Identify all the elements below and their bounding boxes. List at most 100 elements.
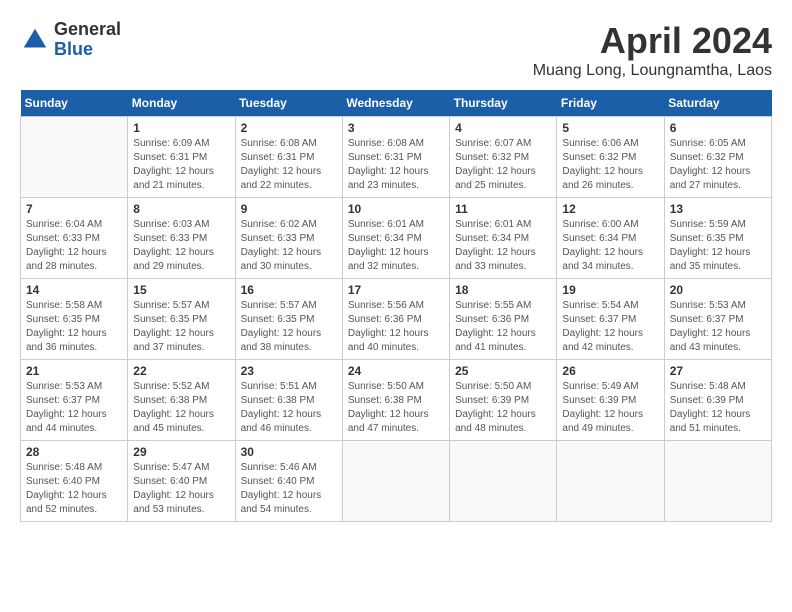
week-row-1: 1 Sunrise: 6:09 AM Sunset: 6:31 PM Daylig… [21,117,772,198]
day-number-20: 20 [670,283,766,297]
day-info-21: Sunrise: 5:53 AM Sunset: 6:37 PM Dayligh… [26,380,122,436]
cell-1-2: 9 Sunrise: 6:02 AM Sunset: 6:33 PM Daylig… [235,198,342,279]
col-saturday: Saturday [664,90,771,117]
header: General Blue April 2024 Muang Long, Loun… [20,20,772,80]
cell-4-3 [342,441,449,522]
cell-2-0: 14 Sunrise: 5:58 AM Sunset: 6:35 PM Dayli… [21,279,128,360]
day-number-3: 3 [348,121,444,135]
day-number-26: 26 [562,364,658,378]
day-number-30: 30 [241,445,337,459]
cell-4-6 [664,441,771,522]
cell-2-3: 17 Sunrise: 5:56 AM Sunset: 6:36 PM Dayli… [342,279,449,360]
day-number-4: 4 [455,121,551,135]
day-number-8: 8 [133,202,229,216]
day-info-18: Sunrise: 5:55 AM Sunset: 6:36 PM Dayligh… [455,299,551,355]
day-number-12: 12 [562,202,658,216]
cell-1-6: 13 Sunrise: 5:59 AM Sunset: 6:35 PM Dayli… [664,198,771,279]
day-number-15: 15 [133,283,229,297]
day-info-27: Sunrise: 5:48 AM Sunset: 6:39 PM Dayligh… [670,380,766,436]
col-sunday: Sunday [21,90,128,117]
cell-4-2: 30 Sunrise: 5:46 AM Sunset: 6:40 PM Dayli… [235,441,342,522]
day-info-6: Sunrise: 6:05 AM Sunset: 6:32 PM Dayligh… [670,137,766,193]
day-number-9: 9 [241,202,337,216]
header-row: Sunday Monday Tuesday Wednesday Thursday… [21,90,772,117]
day-info-11: Sunrise: 6:01 AM Sunset: 6:34 PM Dayligh… [455,218,551,274]
logo: General Blue [20,20,121,60]
day-number-27: 27 [670,364,766,378]
week-row-4: 21 Sunrise: 5:53 AM Sunset: 6:37 PM Dayli… [21,360,772,441]
day-number-14: 14 [26,283,122,297]
logo-blue: Blue [54,40,121,60]
day-number-16: 16 [241,283,337,297]
cell-1-5: 12Sunrise: 6:00 AM Sunset: 6:34 PM Dayli… [557,198,664,279]
day-info-29: Sunrise: 5:47 AM Sunset: 6:40 PM Dayligh… [133,461,229,517]
day-info-20: Sunrise: 5:53 AM Sunset: 6:37 PM Dayligh… [670,299,766,355]
cell-3-3: 24 Sunrise: 5:50 AM Sunset: 6:38 PM Dayli… [342,360,449,441]
cell-4-0: 28 Sunrise: 5:48 AM Sunset: 6:40 PM Dayli… [21,441,128,522]
cell-3-2: 23Sunrise: 5:51 AM Sunset: 6:38 PM Dayli… [235,360,342,441]
cell-3-1: 22 Sunrise: 5:52 AM Sunset: 6:38 PM Dayli… [128,360,235,441]
day-number-21: 21 [26,364,122,378]
day-info-9: Sunrise: 6:02 AM Sunset: 6:33 PM Dayligh… [241,218,337,274]
day-number-19: 19 [562,283,658,297]
day-number-18: 18 [455,283,551,297]
day-info-28: Sunrise: 5:48 AM Sunset: 6:40 PM Dayligh… [26,461,122,517]
day-number-10: 10 [348,202,444,216]
cell-1-3: 10 Sunrise: 6:01 AM Sunset: 6:34 PM Dayli… [342,198,449,279]
calendar-table: Sunday Monday Tuesday Wednesday Thursday… [20,90,772,522]
day-number-7: 7 [26,202,122,216]
day-number-22: 22 [133,364,229,378]
day-number-25: 25 [455,364,551,378]
day-number-11: 11 [455,202,551,216]
week-row-2: 7 Sunrise: 6:04 AM Sunset: 6:33 PM Daylig… [21,198,772,279]
day-number-5: 5 [562,121,658,135]
col-friday: Friday [557,90,664,117]
day-info-1: Sunrise: 6:09 AM Sunset: 6:31 PM Dayligh… [133,137,229,193]
day-number-29: 29 [133,445,229,459]
day-info-4: Sunrise: 6:07 AM Sunset: 6:32 PM Dayligh… [455,137,551,193]
day-info-15: Sunrise: 5:57 AM Sunset: 6:35 PM Dayligh… [133,299,229,355]
day-number-17: 17 [348,283,444,297]
col-wednesday: Wednesday [342,90,449,117]
calendar-title: April 2024 [533,20,772,62]
calendar-subtitle: Muang Long, Loungnamtha, Laos [533,62,772,80]
day-info-17: Sunrise: 5:56 AM Sunset: 6:36 PM Dayligh… [348,299,444,355]
cell-1-4: 11 Sunrise: 6:01 AM Sunset: 6:34 PM Dayli… [450,198,557,279]
title-section: April 2024 Muang Long, Loungnamtha, Laos [533,20,772,80]
col-monday: Monday [128,90,235,117]
day-number-6: 6 [670,121,766,135]
logo-general: General [54,20,121,40]
day-info-14: Sunrise: 5:58 AM Sunset: 6:35 PM Dayligh… [26,299,122,355]
cell-4-4 [450,441,557,522]
cell-3-6: 27 Sunrise: 5:48 AM Sunset: 6:39 PM Dayli… [664,360,771,441]
day-number-28: 28 [26,445,122,459]
cell-4-1: 29 Sunrise: 5:47 AM Sunset: 6:40 PM Dayli… [128,441,235,522]
day-number-13: 13 [670,202,766,216]
col-tuesday: Tuesday [235,90,342,117]
cell-1-0: 7 Sunrise: 6:04 AM Sunset: 6:33 PM Daylig… [21,198,128,279]
cell-3-5: 26 Sunrise: 5:49 AM Sunset: 6:39 PM Dayli… [557,360,664,441]
week-row-5: 28 Sunrise: 5:48 AM Sunset: 6:40 PM Dayli… [21,441,772,522]
day-info-8: Sunrise: 6:03 AM Sunset: 6:33 PM Dayligh… [133,218,229,274]
day-info-25: Sunrise: 5:50 AM Sunset: 6:39 PM Dayligh… [455,380,551,436]
day-info-22: Sunrise: 5:52 AM Sunset: 6:38 PM Dayligh… [133,380,229,436]
day-number-1: 1 [133,121,229,135]
logo-text: General Blue [54,20,121,60]
cell-0-4: 4 Sunrise: 6:07 AM Sunset: 6:32 PM Daylig… [450,117,557,198]
day-info-26: Sunrise: 5:49 AM Sunset: 6:39 PM Dayligh… [562,380,658,436]
day-info-10: Sunrise: 6:01 AM Sunset: 6:34 PM Dayligh… [348,218,444,274]
day-number-23: 23 [241,364,337,378]
cell-2-5: 19Sunrise: 5:54 AM Sunset: 6:37 PM Dayli… [557,279,664,360]
cell-2-1: 15 Sunrise: 5:57 AM Sunset: 6:35 PM Dayli… [128,279,235,360]
cell-3-0: 21 Sunrise: 5:53 AM Sunset: 6:37 PM Dayli… [21,360,128,441]
cell-2-2: 16Sunrise: 5:57 AM Sunset: 6:35 PM Dayli… [235,279,342,360]
cell-3-4: 25 Sunrise: 5:50 AM Sunset: 6:39 PM Dayli… [450,360,557,441]
day-info-7: Sunrise: 6:04 AM Sunset: 6:33 PM Dayligh… [26,218,122,274]
cell-0-2: 2Sunrise: 6:08 AM Sunset: 6:31 PM Daylig… [235,117,342,198]
day-info-5: Sunrise: 6:06 AM Sunset: 6:32 PM Dayligh… [562,137,658,193]
day-info-30: Sunrise: 5:46 AM Sunset: 6:40 PM Dayligh… [241,461,337,517]
day-info-24: Sunrise: 5:50 AM Sunset: 6:38 PM Dayligh… [348,380,444,436]
day-number-24: 24 [348,364,444,378]
cell-0-3: 3Sunrise: 6:08 AM Sunset: 6:31 PM Daylig… [342,117,449,198]
day-info-13: Sunrise: 5:59 AM Sunset: 6:35 PM Dayligh… [670,218,766,274]
